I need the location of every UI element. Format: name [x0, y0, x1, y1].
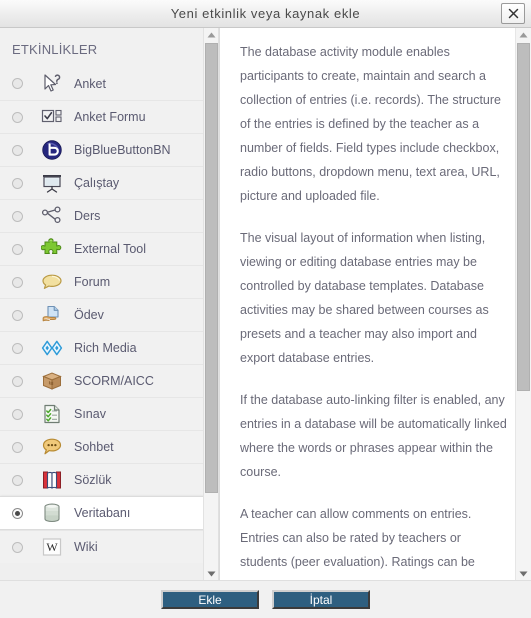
activity-radio[interactable] — [12, 507, 23, 519]
activity-item-label: Veritabanı — [74, 506, 131, 520]
cancel-button[interactable]: İptal — [272, 590, 370, 609]
activity-radio[interactable] — [12, 111, 23, 123]
activity-item-s-zl-k[interactable]: Sözlük — [0, 463, 218, 496]
dialog-body: ETKİNLİKLER Anket Anket Formu BigBlueButto… — [0, 28, 531, 580]
chat-bubble-icon — [40, 435, 64, 459]
activity-radio[interactable] — [12, 375, 23, 387]
activity-radio[interactable] — [12, 408, 23, 420]
activity-item-label: Anket — [74, 76, 106, 91]
activity-item-s-nav[interactable]: Sınav — [0, 397, 218, 430]
description-paragraph: The database activity module enables par… — [240, 45, 501, 203]
activity-item-label: Sınav — [74, 407, 106, 421]
activity-item-anket[interactable]: Anket — [0, 67, 218, 100]
lesson-nodes-icon — [40, 204, 64, 228]
activity-radio[interactable] — [12, 441, 23, 453]
activity-radio[interactable] — [12, 541, 23, 553]
activity-item-dev[interactable]: Ödev — [0, 298, 218, 331]
activity-list: Anket Anket Formu BigBlueButtonBN Çalıştay D… — [0, 67, 218, 563]
activity-list-scrollbar[interactable] — [203, 28, 218, 580]
scrollbar-track-left[interactable] — [204, 41, 219, 567]
activity-item-label: SCORM/AICC — [74, 374, 154, 388]
activity-item-label: Ders — [74, 209, 101, 223]
activity-radio[interactable] — [12, 177, 23, 189]
activity-radio[interactable] — [12, 474, 23, 486]
activity-item-label: Ödev — [74, 308, 104, 322]
activity-item-label: Wiki — [74, 540, 98, 554]
add-activity-dialog: Yeni etkinlik veya kaynak ekle ETKİNLİKL… — [0, 0, 531, 618]
activity-radio[interactable] — [12, 243, 23, 255]
activity-item-anket-formu[interactable]: Anket Formu — [0, 100, 218, 133]
dialog-title: Yeni etkinlik veya kaynak ekle — [170, 6, 361, 21]
scroll-up-arrow-right[interactable] — [516, 28, 531, 41]
activity-radio[interactable] — [12, 144, 23, 156]
activity-item-label: Sözlük — [74, 473, 112, 487]
activity-radio[interactable] — [12, 78, 23, 89]
scrollbar-thumb-right[interactable] — [517, 43, 530, 391]
activity-item-al-tay[interactable]: Çalıştay — [0, 166, 218, 199]
activity-item-label: External Tool — [74, 242, 147, 256]
activities-heading: ETKİNLİKLER — [0, 28, 218, 67]
submit-button[interactable]: Ekle — [161, 590, 259, 609]
speech-bubble-icon — [40, 270, 64, 294]
activity-item-wiki[interactable]: W Wiki — [0, 530, 218, 563]
scrollbar-thumb-left[interactable] — [204, 43, 218, 493]
activity-item-label: Forum — [74, 275, 111, 289]
dialog-footer: Ekle İptal — [0, 580, 531, 618]
svg-text:W: W — [46, 540, 58, 554]
activity-item-label: BigBlueButtonBN — [74, 143, 171, 157]
checkbox-form-icon — [40, 105, 64, 129]
close-button[interactable] — [501, 3, 525, 24]
description-paragraph: If the database auto-linking filter is e… — [240, 393, 507, 479]
scroll-down-arrow-right[interactable] — [516, 567, 531, 580]
activity-item-scorm-aicc[interactable]: SCORM/AICC — [0, 364, 218, 397]
close-icon — [508, 8, 519, 19]
activity-item-sohbet[interactable]: Sohbet — [0, 430, 218, 463]
activity-radio[interactable] — [12, 309, 23, 321]
description-paragraph: The visual layout of information when li… — [240, 231, 489, 365]
checklist-icon — [40, 402, 64, 426]
description-content: The database activity module enables par… — [220, 28, 531, 580]
database-icon — [40, 501, 64, 525]
scroll-up-arrow-left[interactable] — [204, 28, 219, 41]
presentation-board-icon — [40, 171, 64, 195]
package-box-icon — [40, 369, 64, 393]
activity-item-ders[interactable]: Ders — [0, 199, 218, 232]
description-pane: The database activity module enables par… — [219, 28, 531, 580]
description-scrollbar[interactable] — [515, 28, 531, 580]
activity-list-scroll-content: ETKİNLİKLER Anket Anket Formu BigBlueButto… — [0, 28, 218, 563]
activity-item-bigbluebuttonbn[interactable]: BigBlueButtonBN — [0, 133, 218, 166]
wiki-w-icon: W — [40, 535, 64, 559]
dialog-titlebar: Yeni etkinlik veya kaynak ekle — [0, 0, 531, 28]
hand-document-icon — [40, 303, 64, 327]
diamonds-icon — [40, 336, 64, 360]
bigbluebutton-icon — [40, 138, 64, 162]
activity-radio[interactable] — [12, 276, 23, 288]
activity-item-forum[interactable]: Forum — [0, 265, 218, 298]
cursor-question-icon — [40, 72, 64, 96]
activity-item-label: Çalıştay — [74, 176, 120, 190]
scroll-down-arrow-left[interactable] — [204, 567, 219, 580]
puzzle-piece-icon — [40, 237, 64, 261]
activity-radio[interactable] — [12, 342, 23, 354]
activity-item-veritaban[interactable]: Veritabanı — [0, 496, 218, 530]
activity-item-external-tool[interactable]: External Tool — [0, 232, 218, 265]
description-paragraph: A teacher can allow comments on entries.… — [240, 507, 475, 569]
activity-item-label: Anket Formu — [74, 110, 146, 124]
open-book-icon — [40, 468, 64, 492]
activity-item-rich-media[interactable]: Rich Media — [0, 331, 218, 364]
activity-list-pane: ETKİNLİKLER Anket Anket Formu BigBlueButto… — [0, 28, 219, 580]
activity-item-label: Sohbet — [74, 440, 114, 454]
scrollbar-track-right[interactable] — [516, 41, 531, 567]
activity-item-label: Rich Media — [74, 341, 137, 355]
activity-radio[interactable] — [12, 210, 23, 222]
